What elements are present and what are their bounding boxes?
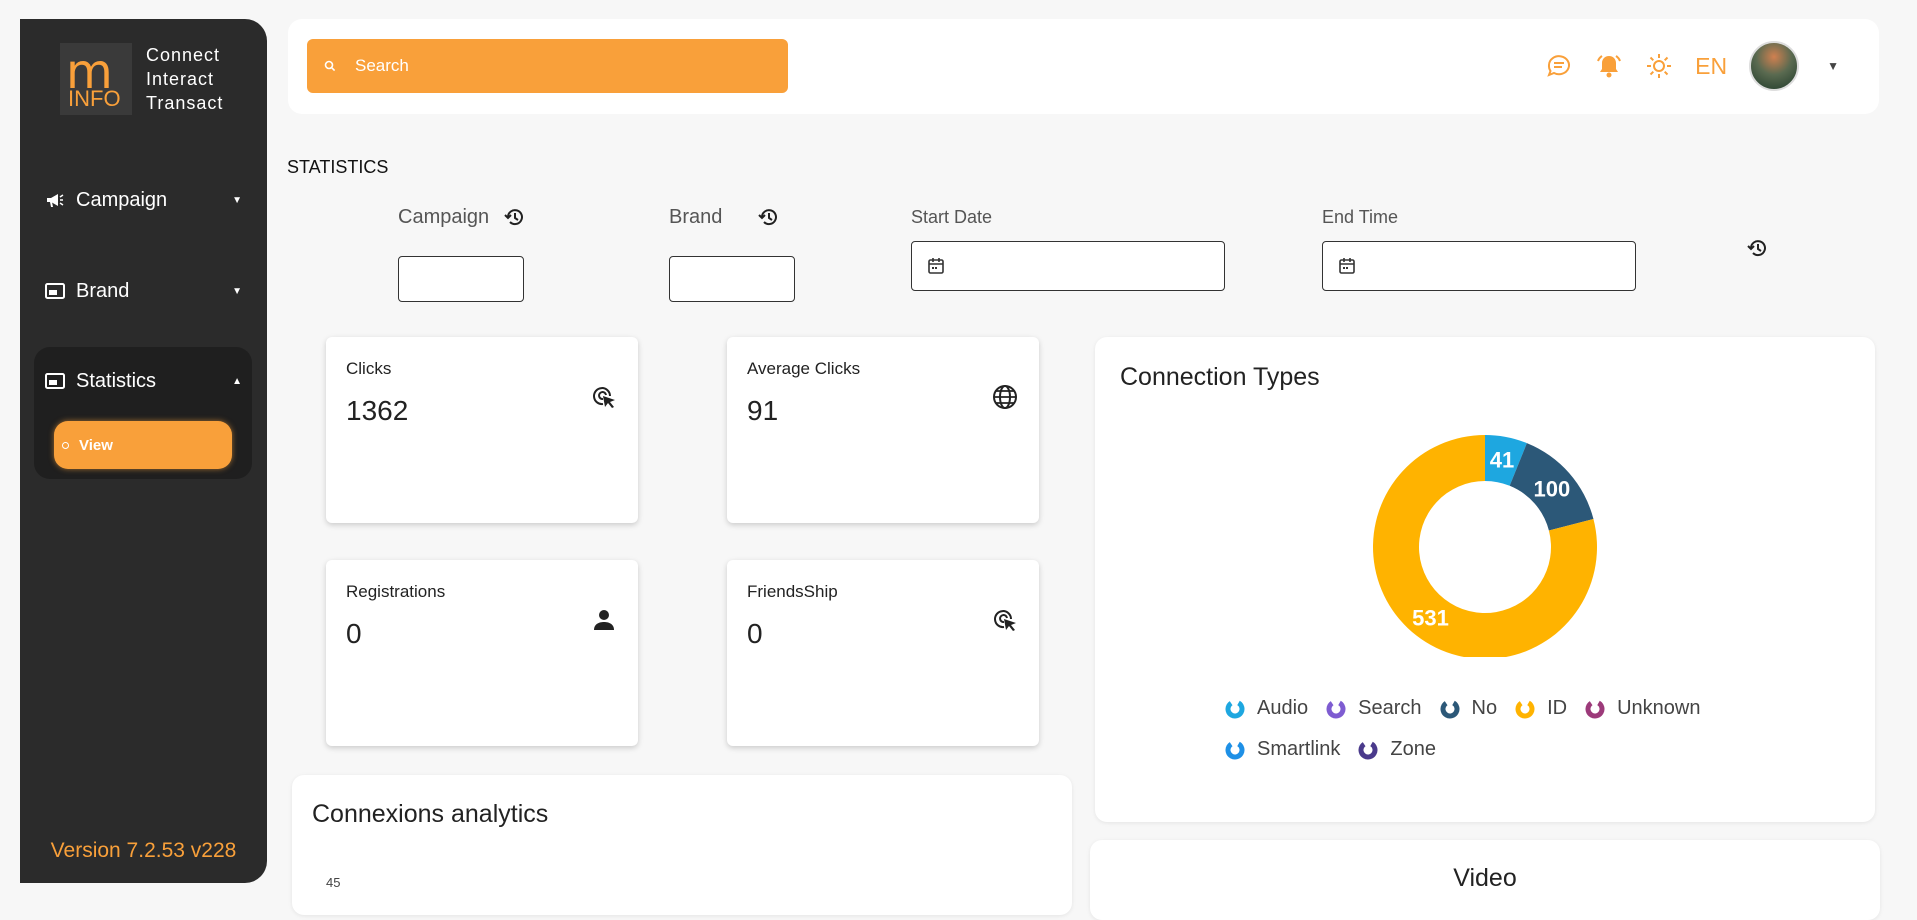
end-time-field[interactable] xyxy=(1322,241,1636,291)
legend-label: Zone xyxy=(1390,738,1436,760)
legend-item-id[interactable]: ID xyxy=(1515,697,1567,720)
stat-card-clicks: Clicks 1362 xyxy=(326,337,638,523)
sidebar-item-statistics[interactable]: Statistics ▲ xyxy=(34,353,252,409)
person-icon xyxy=(590,606,618,634)
legend-label: Smartlink xyxy=(1257,738,1341,760)
stat-card-value: 1362 xyxy=(346,395,409,426)
sidebar-item-label: Brand xyxy=(76,279,130,302)
tagline-line: Interact xyxy=(146,69,215,89)
picture-in-picture-icon xyxy=(44,370,66,392)
history-icon[interactable] xyxy=(758,206,780,228)
start-date-field[interactable] xyxy=(911,241,1225,291)
stat-card-label: Average Clicks xyxy=(747,359,861,378)
sidebar-item-label: Campaign xyxy=(76,188,168,211)
legend-label: Unknown xyxy=(1617,697,1701,719)
stat-card-label: FriendsShip xyxy=(747,582,838,601)
legend-item-search[interactable]: Search xyxy=(1326,697,1422,720)
stat-card-average-clicks: Average Clicks 91 xyxy=(727,337,1039,523)
legend-item-smartlink[interactable]: Smartlink xyxy=(1225,738,1340,761)
end-time-label: End Time xyxy=(1322,207,1399,227)
connection-types-panel: Connection Types 41 100 531 Audio Search No I… xyxy=(1095,337,1875,822)
donut-data-label: 531 xyxy=(1412,605,1449,630)
sun-icon[interactable] xyxy=(1645,52,1673,80)
avatar[interactable] xyxy=(1749,41,1800,91)
calendar-icon xyxy=(927,257,945,275)
legend-marker-icon xyxy=(1358,740,1378,759)
chevron-up-icon: ▲ xyxy=(232,375,242,387)
chevron-down-icon[interactable]: ▼ xyxy=(1827,59,1839,73)
reset-history-icon[interactable] xyxy=(1747,237,1769,259)
legend-label: Audio xyxy=(1257,697,1309,719)
legend-marker-icon xyxy=(1515,699,1535,718)
legend-marker-icon xyxy=(1326,699,1346,718)
campaign-filter-label: Campaign xyxy=(398,206,490,228)
stat-card-label: Clicks xyxy=(346,359,392,378)
legend-marker-icon xyxy=(1225,740,1245,759)
chevron-down-icon: ▼ xyxy=(232,285,242,297)
logo-tagline: Connect Interact Transact xyxy=(146,43,223,115)
sidebar-subitem-view[interactable]: View xyxy=(54,421,232,469)
stat-card-value: 0 xyxy=(747,618,763,649)
sidebar-item-label: Statistics xyxy=(76,369,157,392)
language-selector[interactable]: EN xyxy=(1695,53,1727,80)
donut-data-label: 100 xyxy=(1534,476,1571,501)
stat-card-friendsship: FriendsShip 0 xyxy=(727,560,1039,746)
sidebar: m INFO Connect Interact Transact Campaig… xyxy=(20,19,267,883)
legend-label: Search xyxy=(1358,697,1422,719)
connexions-analytics-panel: Connexions analytics 45 xyxy=(292,775,1072,915)
panel-title: Connexions analytics xyxy=(312,800,549,828)
legend-item-audio[interactable]: Audio xyxy=(1225,697,1308,720)
legend-label: ID xyxy=(1547,697,1568,719)
megaphone-icon xyxy=(44,189,66,211)
legend-item-zone[interactable]: Zone xyxy=(1358,738,1436,761)
tagline-line: Connect xyxy=(146,45,221,65)
globe-icon xyxy=(991,383,1019,411)
video-panel: Video xyxy=(1090,840,1880,920)
version-label: Version 7.2.53 v228 xyxy=(50,839,237,862)
campaign-select[interactable] xyxy=(398,256,524,302)
brand-filter-label: Brand xyxy=(669,206,723,228)
sidebar-subitem-label: View xyxy=(79,436,113,454)
search-icon xyxy=(323,59,337,73)
stat-card-value: 91 xyxy=(747,395,779,426)
legend-item-unknown[interactable]: Unknown xyxy=(1585,697,1701,720)
donut-chart: 41 100 531 xyxy=(1373,435,1597,657)
stat-card-registrations: Registrations 0 xyxy=(326,560,638,746)
start-date-label: Start Date xyxy=(911,207,993,227)
chart-title: Connection Types xyxy=(1120,363,1320,391)
top-bar: EN ▼ xyxy=(288,19,1879,114)
chart-legend: Audio Search No ID Unknown Smartlink Zone xyxy=(1225,697,1785,779)
legend-item-no[interactable]: No xyxy=(1440,697,1498,720)
picture-in-picture-icon xyxy=(44,280,66,302)
bell-icon[interactable] xyxy=(1595,52,1623,80)
search-input[interactable] xyxy=(353,55,757,77)
calendar-icon xyxy=(1338,257,1356,275)
tagline-line: Transact xyxy=(146,93,224,113)
panel-title: Video xyxy=(1453,864,1517,892)
legend-marker-icon xyxy=(1585,699,1605,718)
logo-mark: m INFO xyxy=(60,43,132,115)
legend-label: No xyxy=(1471,697,1498,719)
sidebar-item-brand[interactable]: Brand ▼ xyxy=(34,263,252,319)
top-actions: EN ▼ xyxy=(1523,41,1839,91)
chevron-down-icon: ▼ xyxy=(232,194,242,206)
stat-card-label: Registrations xyxy=(346,582,446,601)
axis-tick-label: 45 xyxy=(326,875,341,890)
chat-icon[interactable] xyxy=(1545,52,1573,80)
brand-select[interactable] xyxy=(669,256,795,302)
bullet-icon xyxy=(62,441,69,449)
donut-data-label: 41 xyxy=(1490,448,1514,473)
cursor-click-icon xyxy=(991,606,1019,634)
sidebar-item-campaign[interactable]: Campaign ▼ xyxy=(34,172,252,228)
history-icon[interactable] xyxy=(504,206,526,228)
legend-marker-icon xyxy=(1225,699,1245,718)
logo-info: INFO xyxy=(68,86,121,111)
cursor-click-icon xyxy=(590,383,618,411)
page-title: STATISTICS xyxy=(287,157,389,177)
legend-marker-icon xyxy=(1440,699,1460,718)
stat-card-value: 0 xyxy=(346,618,362,649)
logo[interactable]: m INFO Connect Interact Transact xyxy=(60,43,223,115)
search-bar[interactable] xyxy=(307,39,788,93)
